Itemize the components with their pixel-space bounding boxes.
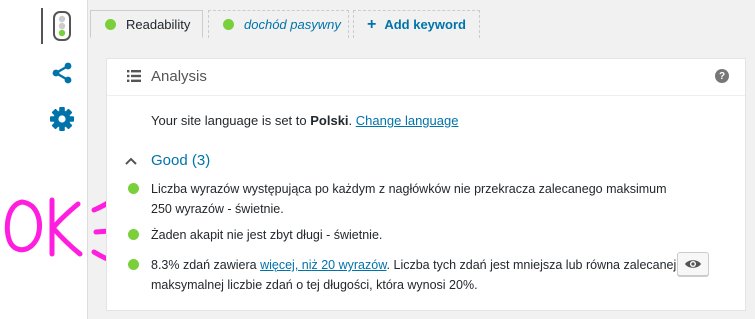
language-value: Polski [310, 113, 349, 128]
chevron-up-icon [125, 157, 137, 165]
eye-icon [685, 260, 701, 268]
advanced-tab[interactable] [41, 101, 85, 137]
panel-divider [107, 95, 745, 96]
language-notice: Your site language is set to Polski. Cha… [151, 113, 458, 128]
tab-focus-keyword[interactable]: dochód pasywny [208, 10, 349, 38]
tab-label: dochód pasywny [244, 17, 341, 32]
share-icon [52, 62, 72, 84]
analysis-panel: Analysis ? Your site language is set to … [106, 58, 746, 311]
change-language-link[interactable]: Change language [356, 113, 459, 128]
result-item: Liczba wyrazów występująca po każdym z n… [128, 179, 681, 219]
long-sentences-link[interactable]: więcej, niż 20 wyrazów [260, 258, 386, 272]
result-text: Liczba wyrazów występująca po każdym z n… [151, 182, 667, 216]
help-icon[interactable]: ? [715, 69, 729, 83]
result-item: 8.3% zdań zawiera więcej, niż 20 wyrazów… [128, 255, 681, 295]
good-results-toggle[interactable]: Good (3) [125, 152, 210, 169]
social-tab[interactable] [41, 55, 85, 91]
gear-icon [50, 107, 74, 131]
status-good-icon [128, 229, 139, 240]
highlight-toggle-button[interactable] [677, 252, 709, 276]
status-good-icon [128, 183, 139, 194]
traffic-light-icon [53, 11, 71, 41]
seo-tab[interactable] [41, 8, 87, 44]
status-good-icon [128, 259, 139, 270]
result-text: Żaden akapit nie jest zbyt długi - świet… [151, 228, 383, 242]
result-text-before: 8.3% zdań zawiera [151, 258, 261, 272]
tab-readability[interactable]: Readability [90, 10, 203, 38]
status-good-icon [223, 19, 234, 30]
status-good-icon [105, 18, 116, 30]
list-icon [127, 70, 141, 82]
language-suffix: . [348, 113, 353, 128]
tab-label: Readability [126, 16, 191, 32]
plus-icon: + [367, 15, 377, 33]
good-results-label: Good (3) [151, 152, 211, 169]
add-keyword-label: Add keyword [384, 17, 466, 32]
language-prefix: Your site language is set to [151, 113, 311, 128]
panel-title: Analysis [151, 68, 207, 85]
result-item: Żaden akapit nie jest zbyt długi - świet… [128, 225, 681, 245]
add-keyword-button[interactable]: + Add keyword [353, 10, 480, 38]
